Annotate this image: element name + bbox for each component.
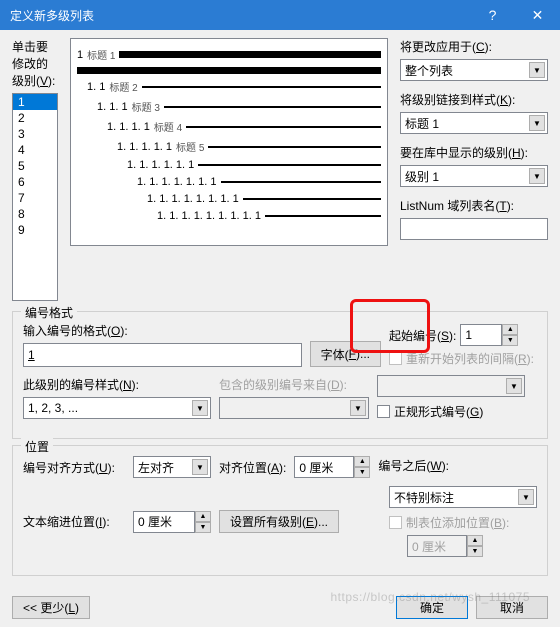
chevron-down-icon[interactable]: ▼ [354, 467, 370, 478]
gallery-level-label: 要在库中显示的级别(H): [400, 144, 548, 161]
apply-to-label: 将更改应用于(C): [400, 38, 548, 55]
apply-to-select[interactable]: 整个列表▼ [400, 59, 548, 81]
format-input[interactable]: 1 [23, 343, 302, 367]
preview-row: 1. 1. 1. 1标题 4 [77, 119, 381, 134]
level-item[interactable]: 2 [13, 110, 57, 126]
chevron-down-icon[interactable]: ▼ [195, 522, 211, 533]
aligned-at-spinner[interactable]: ▲▼ [294, 456, 370, 478]
chevron-down-icon: ▼ [529, 62, 545, 78]
restart-checkbox: 重新开始列表的间隔(R): [389, 350, 537, 367]
level-item[interactable]: 6 [13, 174, 57, 190]
restart-select: ▼ [377, 375, 525, 397]
start-at-spinner[interactable]: ▲▼ [460, 324, 518, 346]
number-style-label: 此级别的编号样式(N): [23, 376, 211, 393]
position-group: 位置 编号对齐方式(U): 左对齐▼ 对齐位置(A): ▲▼ 编号之后(W): … [12, 445, 548, 576]
close-button[interactable]: ✕ [515, 0, 560, 30]
listnum-input[interactable] [400, 218, 548, 240]
text-indent-input[interactable] [133, 511, 195, 533]
chevron-up-icon[interactable]: ▲ [195, 511, 211, 522]
link-style-label: 将级别链接到样式(K): [400, 91, 548, 108]
less-button[interactable]: << 更少(L) [12, 596, 90, 619]
follow-number-label: 编号之后(W): [378, 457, 526, 474]
level-item[interactable]: 8 [13, 206, 57, 222]
titlebar: 定义新多级列表 ? ✕ [0, 0, 560, 30]
include-from-label: 包含的级别编号来自(D): [219, 376, 369, 393]
position-legend: 位置 [21, 438, 53, 455]
dialog-title: 定义新多级列表 [10, 7, 470, 24]
include-from-select: ▼ [219, 397, 369, 419]
preview-row: 1. 1. 1. 1. 1. 1. 1 [77, 176, 381, 188]
chevron-down-icon: ▼ [518, 489, 534, 505]
chevron-down-icon: ▼ [529, 168, 545, 184]
preview-row [77, 67, 381, 74]
text-indent-label: 文本缩进位置(I): [23, 513, 125, 530]
aligned-at-label: 对齐位置(A): [219, 459, 286, 476]
chevron-down-icon: ▼ [529, 115, 545, 131]
aligned-at-input[interactable] [294, 456, 354, 478]
level-item[interactable]: 3 [13, 126, 57, 142]
follow-number-select[interactable]: 不特别标注▼ [389, 486, 537, 508]
right-column: 将更改应用于(C): 整个列表▼ 将级别链接到样式(K): 标题 1▼ 要在库中… [400, 38, 548, 301]
text-indent-spinner[interactable]: ▲▼ [133, 511, 211, 533]
listnum-label: ListNum 域列表名(T): [400, 197, 548, 214]
level-column: 单击要修改的级别(V): 123456789 [12, 38, 58, 301]
number-align-label: 编号对齐方式(U): [23, 459, 125, 476]
tab-stop-spinner: ▲▼ [407, 535, 537, 557]
start-at-label: 起始编号(S): [389, 327, 456, 344]
chevron-down-icon: ▼ [192, 459, 208, 475]
preview-row: 1. 1. 1. 1. 1. 1 [77, 159, 381, 171]
preview-row: 1. 1. 1标题 3 [77, 99, 381, 114]
legal-format-checkbox[interactable]: 正规形式编号(G) [377, 403, 525, 420]
help-button[interactable]: ? [470, 0, 515, 30]
chevron-down-icon: ▼ [192, 400, 208, 416]
number-style-select[interactable]: 1, 2, 3, ...▼ [23, 397, 211, 419]
link-style-select[interactable]: 标题 1▼ [400, 112, 548, 134]
chevron-up-icon: ▲ [467, 535, 483, 546]
chevron-down-icon: ▼ [467, 546, 483, 557]
set-all-levels-button[interactable]: 设置所有级别(E)... [219, 510, 339, 533]
level-listbox[interactable]: 123456789 [12, 93, 58, 301]
level-item[interactable]: 5 [13, 158, 57, 174]
preview-row: 1. 1. 1. 1. 1. 1. 1. 1 [77, 193, 381, 205]
tab-stop-checkbox: 制表位添加位置(B): [389, 514, 537, 531]
level-item[interactable]: 1 [13, 94, 57, 110]
number-align-select[interactable]: 左对齐▼ [133, 456, 211, 478]
level-label: 单击要修改的级别(V): [12, 38, 58, 89]
preview-row: 1标题 1 [77, 47, 381, 62]
preview-row: 1. 1. 1. 1. 1标题 5 [77, 139, 381, 154]
watermark: https://blog.csdn.net/wysh_111075 [330, 590, 530, 604]
format-label: 输入编号的格式(O): [23, 322, 302, 339]
level-item[interactable]: 7 [13, 190, 57, 206]
chevron-down-icon[interactable]: ▼ [502, 335, 518, 346]
preview-row: 1. 1. 1. 1. 1. 1. 1. 1. 1 [77, 210, 381, 222]
number-format-group: 编号格式 输入编号的格式(O): 1 字体(F)... 起始编号(S): ▲▼ … [12, 311, 548, 439]
start-at-input[interactable] [460, 324, 502, 346]
chevron-down-icon: ▼ [506, 378, 522, 394]
chevron-down-icon: ▼ [350, 400, 366, 416]
level-item[interactable]: 9 [13, 222, 57, 238]
preview-pane: 1标题 1 1. 1标题 2 1. 1. 1标题 3 1. 1. 1. 1标题 4 1.… [70, 38, 388, 246]
chevron-up-icon[interactable]: ▲ [502, 324, 518, 335]
level-item[interactable]: 4 [13, 142, 57, 158]
chevron-up-icon[interactable]: ▲ [354, 456, 370, 467]
tab-stop-input [407, 535, 467, 557]
preview-row: 1. 1标题 2 [77, 79, 381, 94]
font-button[interactable]: 字体(F)... [310, 341, 381, 367]
gallery-level-select[interactable]: 级别 1▼ [400, 165, 548, 187]
number-format-legend: 编号格式 [21, 304, 77, 321]
